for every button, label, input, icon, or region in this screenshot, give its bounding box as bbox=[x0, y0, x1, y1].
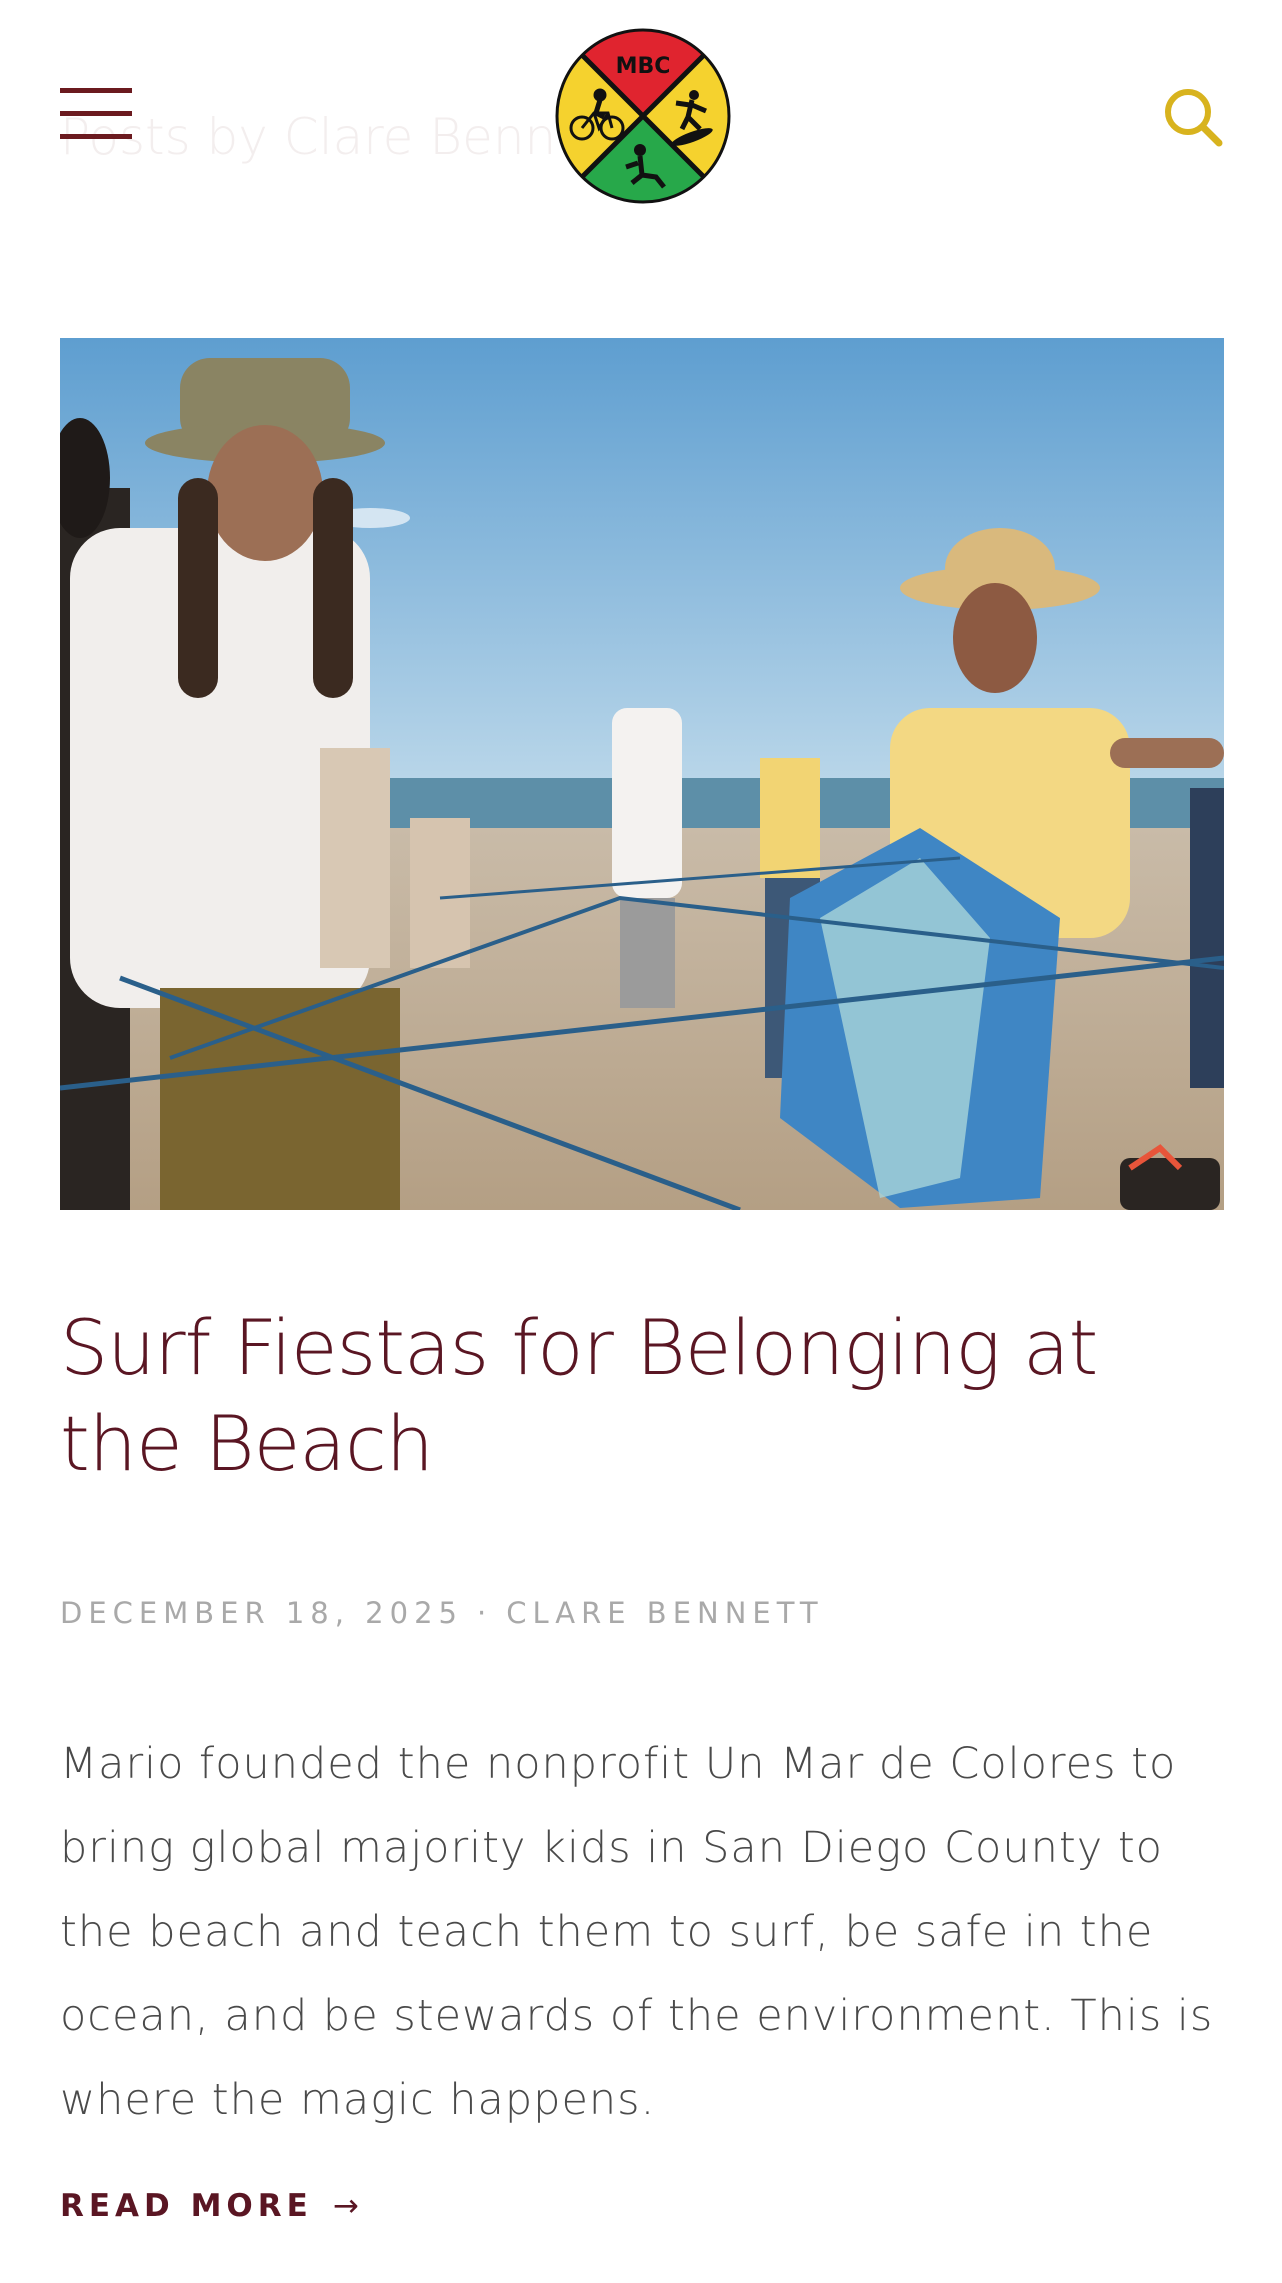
read-more-label: READ MORE bbox=[60, 2188, 313, 2224]
post-title[interactable]: Surf Fiestas for Belonging at the Beach bbox=[60, 1300, 1224, 1492]
post-date: DECEMBER 18, 2025 bbox=[60, 1596, 463, 1630]
post-author[interactable]: CLARE BENNETT bbox=[506, 1596, 823, 1630]
search-button[interactable] bbox=[1162, 86, 1224, 148]
read-more-link[interactable]: READ MORE → bbox=[60, 2188, 359, 2224]
page-heading: Posts by Clare Bennett bbox=[60, 108, 627, 166]
post-meta: DECEMBER 18, 2025 · CLARE BENNETT bbox=[60, 1596, 824, 1630]
logo-text: MBC bbox=[616, 54, 671, 79]
menu-button[interactable] bbox=[60, 88, 132, 140]
site-logo[interactable]: MBC bbox=[552, 25, 734, 207]
post-excerpt: Mario founded the nonprofit Un Mar de Co… bbox=[60, 1739, 1214, 2125]
post-featured-image[interactable] bbox=[60, 338, 1224, 1210]
search-icon bbox=[1165, 89, 1223, 147]
arrow-right-icon: → bbox=[332, 2188, 359, 2224]
meta-separator: · bbox=[476, 1596, 493, 1630]
